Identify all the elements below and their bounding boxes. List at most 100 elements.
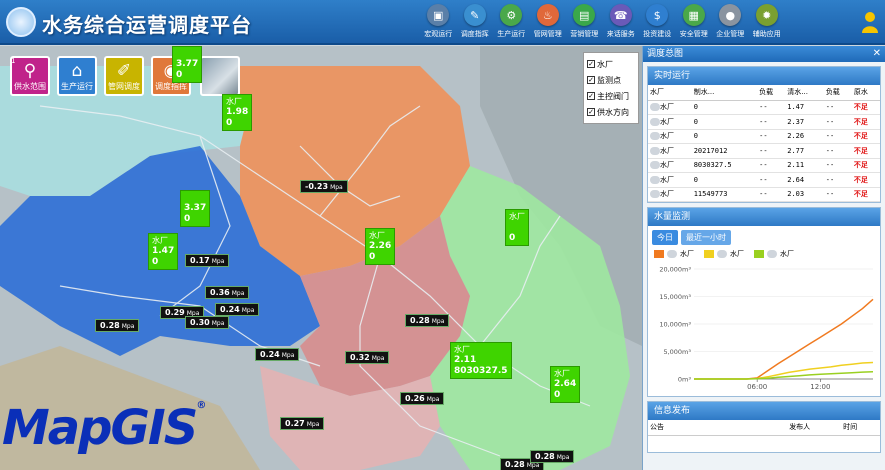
water-volume-chart: 0m³ 5,000m³ 10,000m³ 15,000m³ 20,000m³ 06:00 1… xyxy=(659,266,874,391)
plant-name: 水厂 xyxy=(554,369,570,378)
nav-item-4[interactable]: ▤ 营销管理 xyxy=(566,4,603,44)
pressure-label: 0.26 Mpa xyxy=(400,392,445,405)
layer-option-2[interactable]: ✓ 主控阀门 xyxy=(587,88,635,104)
realtime-table: 水厂 制水... 负载 清水... 负载 原水 水厂 0 -- 1.47 -- 不足 水厂 0 -- 2.3… xyxy=(648,85,880,202)
close-icon[interactable]: ✕ xyxy=(873,46,881,62)
nav-item-label: 来话服务 xyxy=(606,30,635,38)
layer-checkbox[interactable]: ✓ xyxy=(587,60,595,68)
marketing-icon: ▤ xyxy=(573,4,596,26)
pressure-label: 0.28 Mpa xyxy=(530,450,575,463)
x-tick-label: 12:00 xyxy=(810,383,830,391)
nav-item-5[interactable]: ☎ 来话服务 xyxy=(603,4,640,44)
pressure-value: 0.28 xyxy=(535,452,555,461)
platform-logo xyxy=(6,7,36,37)
nav-item-2[interactable]: ⚙ 生产运行 xyxy=(493,4,530,44)
chart-legend: 水厂 水厂 水厂 xyxy=(648,247,880,261)
y-tick-label: 10,000m³ xyxy=(659,321,691,329)
pressure-unit: Mpa xyxy=(426,396,440,403)
layer-option-0[interactable]: ✓ 水厂 xyxy=(587,56,635,72)
pressure-label: 0.24 Mpa xyxy=(255,348,300,361)
basemap-thumbnail[interactable] xyxy=(200,56,240,96)
nav-item-6[interactable]: $ 投资建设 xyxy=(639,4,676,44)
legend-entry[interactable]: 水厂 xyxy=(654,249,694,259)
plant-name xyxy=(176,48,198,59)
legend-entry[interactable]: 水厂 xyxy=(754,249,794,259)
nav-item-1[interactable]: ✎ 调度指挥 xyxy=(457,4,494,44)
plant-value: 3.37 xyxy=(184,203,207,213)
plant-value: 1.98 xyxy=(226,107,249,117)
plant-name: 水厂 xyxy=(454,345,470,354)
table-row[interactable]: 水厂 0 -- 1.47 -- 不足 xyxy=(648,100,880,115)
pressure-unit: Mpa xyxy=(241,307,255,314)
table-cell: -- xyxy=(757,114,786,130)
nav-item-0[interactable]: ▣ 宏观运行 xyxy=(420,4,457,44)
plant-label[interactable]: 水厂 2.26 0 xyxy=(365,228,396,265)
plant-value: 2.64 xyxy=(554,379,577,389)
nav-item-9[interactable]: ✹ 辅助应用 xyxy=(749,4,786,44)
map-view[interactable]: ⚲ 供水范围 ⌂ 生产运行 ✐ 管网调度 ◉ 调度指挥 1 ✓ 水厂 ✓ 监测点 ✓ 主控阀门 ✓ 供水方向… xyxy=(0,46,642,470)
app-title: 水务综合运营调度平台 xyxy=(42,13,252,37)
map-tool-label: 生产运行 xyxy=(61,82,93,91)
tool-badge: 1 xyxy=(11,57,16,65)
pressure-value: 0.27 xyxy=(285,419,305,428)
monitor-icon: ▣ xyxy=(427,4,450,26)
command-icon: ✎ xyxy=(463,4,486,26)
layer-option-1[interactable]: ✓ 监测点 xyxy=(587,72,635,88)
table-cell: -- xyxy=(757,100,786,115)
nav-item-3[interactable]: ♨ 管网管理 xyxy=(530,4,567,44)
layer-checkbox[interactable]: ✓ xyxy=(587,92,595,100)
plant-label[interactable]: 水厂 1.98 0 xyxy=(222,94,253,131)
plant-label[interactable]: 水厂 1.47 0 xyxy=(148,233,179,270)
map-tool-1[interactable]: ⌂ 生产运行 xyxy=(57,56,97,96)
table-row[interactable]: 水厂 0 -- 2.26 -- 不足 xyxy=(648,129,880,144)
plant-value: 1.47 xyxy=(152,246,175,256)
table-cell: -- xyxy=(757,158,786,173)
realtime-section: 实时运行 水厂 制水... 负载 清水... 负载 原水 水厂 0 -- 1.47 -- 不足 水厂 0… xyxy=(647,66,881,203)
enterprise-icon: ● xyxy=(719,4,742,26)
plant-flow: 8030327.5 xyxy=(454,366,508,376)
user-icon[interactable] xyxy=(861,10,879,34)
plant-label[interactable]: 3.77 0 xyxy=(172,46,203,83)
plant-flow: 0 xyxy=(226,118,233,128)
layer-label: 监测点 xyxy=(597,75,621,85)
safety-icon: ▦ xyxy=(682,4,705,26)
status-badge: 不足 xyxy=(851,129,880,144)
table-row[interactable]: 水厂 8030327.5 -- 2.11 -- 不足 xyxy=(648,158,880,173)
layer-checkbox[interactable]: ✓ xyxy=(587,108,595,116)
pressure-value: 0.32 xyxy=(350,353,370,362)
map-tool-2[interactable]: ✐ 管网调度 xyxy=(104,56,144,96)
table-row[interactable]: 水厂 0 -- 2.37 -- 不足 xyxy=(648,114,880,130)
table-cell: 2.64 xyxy=(785,172,824,188)
table-cell: -- xyxy=(823,158,852,173)
pressure-label: 0.17 Mpa xyxy=(185,254,230,267)
legend-entry[interactable]: 水厂 xyxy=(704,249,744,259)
table-cell: 0 xyxy=(691,172,758,188)
table-cell: 2.03 xyxy=(785,187,824,202)
plant-label[interactable]: 水厂 2.11 8030327.5 xyxy=(450,342,512,379)
tab-1[interactable]: 最近一小时 xyxy=(681,230,731,245)
nav-item-label: 投资建设 xyxy=(643,30,672,38)
redacted-name xyxy=(650,117,660,126)
table-row[interactable]: 水厂 0 -- 2.64 -- 不足 xyxy=(648,172,880,188)
pressure-value: 0.28 xyxy=(410,316,430,325)
pressure-unit: Mpa xyxy=(211,320,225,327)
nav-item-7[interactable]: ▦ 安全管理 xyxy=(676,4,713,44)
legend-label: 水厂 xyxy=(730,250,744,258)
nav-item-label: 安全管理 xyxy=(679,30,708,38)
investment-icon: $ xyxy=(646,4,669,26)
pressure-unit: Mpa xyxy=(211,258,225,265)
plant-label[interactable]: 水厂 0 xyxy=(505,209,529,246)
plant-label[interactable]: 3.37 0 xyxy=(180,190,211,227)
plant-label[interactable]: 水厂 2.64 0 xyxy=(550,366,581,403)
water-tap-icon: ⚲ xyxy=(23,61,37,81)
tab-0[interactable]: 今日 xyxy=(652,230,678,245)
layer-checkbox[interactable]: ✓ xyxy=(587,76,595,84)
map-tool-label: 供水范围 xyxy=(14,82,46,91)
pressure-label: 0.36 Mpa xyxy=(205,286,250,299)
nav-item-8[interactable]: ● 企业管理 xyxy=(712,4,749,44)
table-row[interactable]: 水厂 20217012 -- 2.77 -- 不足 xyxy=(648,143,880,159)
map-tool-0[interactable]: ⚲ 供水范围 xyxy=(10,56,50,96)
pressure-value: 0.28 xyxy=(505,460,525,469)
table-row[interactable]: 水厂 11549773 -- 2.03 -- 不足 xyxy=(648,187,880,202)
layer-option-3[interactable]: ✓ 供水方向 xyxy=(587,104,635,120)
